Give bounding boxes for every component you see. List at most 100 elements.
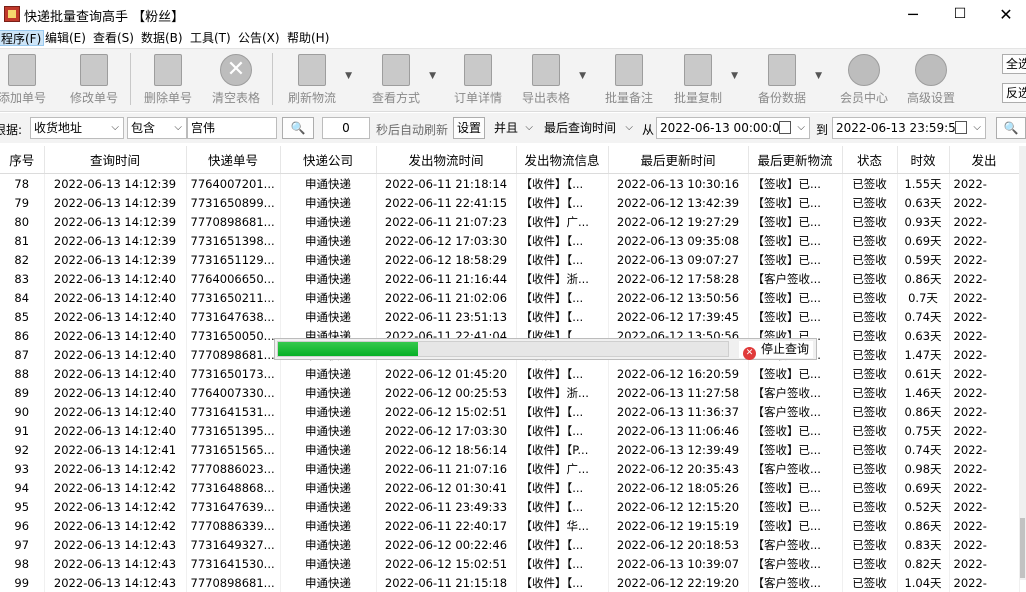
menu-data[interactable]: 数据(B) bbox=[139, 30, 185, 46]
table-cell: 2022-06-13 14:12:42 bbox=[44, 459, 187, 478]
table-cell: 【收件】【... bbox=[516, 535, 609, 554]
table-cell: 2022-06-13 14:12:40 bbox=[44, 269, 187, 288]
table-row[interactable]: 79 2022-06-13 14:12:39 7731650899... 申通快递 20… bbox=[0, 193, 1020, 212]
filter-operator-select[interactable]: 包含 ⌵ bbox=[127, 117, 187, 139]
table-cell: 申通快递 bbox=[280, 459, 377, 478]
table-cell: 2022- bbox=[949, 326, 1020, 345]
refresh-logistics-button[interactable]: 刷新物流 ▼ bbox=[284, 49, 352, 107]
dropdown-arrow-icon[interactable]: ▼ bbox=[815, 71, 822, 81]
dropdown-arrow-icon[interactable]: ▼ bbox=[429, 71, 436, 81]
column-header[interactable]: 快递单号 bbox=[186, 146, 281, 174]
date-search-button[interactable]: 🔍 bbox=[996, 117, 1026, 139]
stop-query-button[interactable]: ✕ 停止查询 bbox=[739, 341, 814, 360]
column-header[interactable]: 查询时间 bbox=[44, 146, 187, 174]
member-center-button[interactable]: 会员中心 bbox=[836, 49, 892, 107]
table-cell: 【签收】已... bbox=[748, 212, 843, 231]
dropdown-arrow-icon[interactable]: ▼ bbox=[731, 71, 738, 81]
table-cell: 7770898681... bbox=[186, 212, 281, 231]
batch-note-button[interactable]: 批量备注 bbox=[601, 49, 657, 107]
column-header[interactable]: 时效 bbox=[897, 146, 950, 174]
column-header[interactable]: 发出 bbox=[949, 146, 1020, 174]
order-detail-label: 订单详情 bbox=[453, 91, 502, 105]
maximize-button[interactable]: ☐ bbox=[940, 2, 980, 26]
table-row[interactable]: 98 2022-06-13 14:12:43 7731641530... 申通快递 20… bbox=[0, 554, 1020, 573]
menu-tools[interactable]: 工具(T) bbox=[188, 30, 233, 46]
column-header[interactable]: 发出物流时间 bbox=[376, 146, 517, 174]
settings-button[interactable]: 设置 bbox=[453, 117, 485, 139]
logic-select[interactable]: 并且 ⌵ bbox=[490, 117, 538, 139]
dropdown-arrow-icon[interactable]: ▼ bbox=[579, 71, 586, 81]
table-row[interactable]: 88 2022-06-13 14:12:40 7731650173... 申通快递 20… bbox=[0, 364, 1020, 383]
advanced-settings-button[interactable]: 高级设置 bbox=[903, 49, 959, 107]
invert-selection-button[interactable]: 反选 bbox=[1002, 83, 1026, 103]
table-cell: 0.69天 bbox=[897, 231, 950, 250]
menu-view[interactable]: 查看(S) bbox=[91, 30, 136, 46]
search-button[interactable]: 🔍 bbox=[282, 117, 314, 139]
order-detail-button[interactable]: 订单详情 bbox=[450, 49, 506, 107]
table-row[interactable]: 91 2022-06-13 14:12:40 7731651395... 申通快递 20… bbox=[0, 421, 1020, 440]
table-cell: 【收件】【... bbox=[516, 364, 609, 383]
table-row[interactable]: 78 2022-06-13 14:12:39 7764007201... 申通快递 20… bbox=[0, 173, 1020, 193]
menu-edit[interactable]: 编辑(E) bbox=[43, 30, 88, 46]
table-row[interactable]: 99 2022-06-13 14:12:43 7770898681... 申通快递 20… bbox=[0, 573, 1020, 592]
vertical-scrollbar[interactable] bbox=[1019, 146, 1026, 580]
from-datetime-picker[interactable]: 2022-06-13 00:00:00 ⌵ bbox=[656, 117, 810, 139]
filter-value-input[interactable]: 宫伟 bbox=[187, 117, 277, 139]
batch-copy-button[interactable]: 批量复制 ▼ bbox=[670, 49, 738, 107]
add-tracking-button[interactable]: 添加单号 bbox=[0, 49, 50, 107]
minimize-button[interactable]: ─ bbox=[893, 2, 933, 26]
view-mode-button[interactable]: 查看方式 ▼ bbox=[368, 49, 436, 107]
delete-tracking-button[interactable]: 删除单号 bbox=[140, 49, 196, 107]
edit-tracking-button[interactable]: 修改单号 bbox=[66, 49, 122, 107]
from-label: 从 bbox=[642, 123, 655, 137]
table-cell: 88 bbox=[0, 364, 45, 383]
dropdown-arrow-icon[interactable]: ▼ bbox=[345, 71, 352, 81]
table-row[interactable]: 84 2022-06-13 14:12:40 7731650211... 申通快递 20… bbox=[0, 288, 1020, 307]
table-row[interactable]: 89 2022-06-13 14:12:40 7764007330... 申通快递 20… bbox=[0, 383, 1020, 402]
table-cell: 7731641531... bbox=[186, 402, 281, 421]
chevron-down-icon: ⌵ bbox=[797, 122, 805, 133]
clear-table-button[interactable]: ✕ 清空表格 bbox=[208, 49, 264, 107]
table-cell: 申通快递 bbox=[280, 402, 377, 421]
select-all-button[interactable]: 全选 bbox=[1002, 54, 1026, 74]
table-row[interactable]: 83 2022-06-13 14:12:40 7764006650... 申通快递 20… bbox=[0, 269, 1020, 288]
column-header[interactable]: 状态 bbox=[842, 146, 898, 174]
table-row[interactable]: 90 2022-06-13 14:12:40 7731641531... 申通快递 20… bbox=[0, 402, 1020, 421]
export-table-button[interactable]: 导出表格 ▼ bbox=[518, 49, 586, 107]
table-row[interactable]: 82 2022-06-13 14:12:39 7731651129... 申通快递 20… bbox=[0, 250, 1020, 269]
table-row[interactable]: 94 2022-06-13 14:12:42 7731648868... 申通快递 20… bbox=[0, 478, 1020, 497]
chevron-down-icon: ⌵ bbox=[973, 122, 981, 133]
table-cell: 0.59天 bbox=[897, 250, 950, 269]
table-cell: 【签收】已... bbox=[748, 231, 843, 250]
filter-field-select[interactable]: 收货地址 ⌵ bbox=[30, 117, 124, 139]
table-row[interactable]: 93 2022-06-13 14:12:42 7770886023... 申通快递 20… bbox=[0, 459, 1020, 478]
close-button[interactable]: ✕ bbox=[986, 2, 1026, 26]
column-header[interactable]: 发出物流信息 bbox=[516, 146, 609, 174]
time-field-value: 最后查询时间 bbox=[544, 121, 617, 135]
table-cell: 2022- bbox=[949, 307, 1020, 326]
column-header[interactable]: 序号 bbox=[0, 146, 45, 174]
backup-data-button[interactable]: 备份数据 ▼ bbox=[754, 49, 822, 107]
table-cell: 2022-06-13 09:07:27 bbox=[608, 250, 749, 269]
column-header[interactable]: 最后更新物流 bbox=[748, 146, 843, 174]
menu-notice[interactable]: 公告(X) bbox=[236, 30, 282, 46]
table-row[interactable]: 96 2022-06-13 14:12:42 7770886339... 申通快递 20… bbox=[0, 516, 1020, 535]
menu-program[interactable]: 程序(F) bbox=[0, 30, 45, 46]
column-header[interactable]: 最后更新时间 bbox=[608, 146, 749, 174]
scrollbar-thumb[interactable] bbox=[1020, 518, 1025, 578]
time-field-select[interactable]: 最后查询时间 ⌵ bbox=[540, 117, 638, 139]
table-row[interactable]: 97 2022-06-13 14:12:43 7731649327... 申通快递 20… bbox=[0, 535, 1020, 554]
table-row[interactable]: 85 2022-06-13 14:12:40 7731647638... 申通快递 20… bbox=[0, 307, 1020, 326]
table-row[interactable]: 92 2022-06-13 14:12:41 7731651565... 申通快递 20… bbox=[0, 440, 1020, 459]
table-row[interactable]: 95 2022-06-13 14:12:42 7731647639... 申通快递 20… bbox=[0, 497, 1020, 516]
to-datetime-picker[interactable]: 2022-06-13 23:59:59 ⌵ bbox=[832, 117, 986, 139]
table-cell: 91 bbox=[0, 421, 45, 440]
table-cell: 【收件】【... bbox=[516, 421, 609, 440]
chevron-down-icon: ⌵ bbox=[625, 122, 633, 133]
table-row[interactable]: 81 2022-06-13 14:12:39 7731651398... 申通快递 20… bbox=[0, 231, 1020, 250]
column-header[interactable]: 快递公司 bbox=[280, 146, 377, 174]
table-row[interactable]: 80 2022-06-13 14:12:39 7770898681... 申通快递 20… bbox=[0, 212, 1020, 231]
note-icon bbox=[615, 54, 643, 86]
refresh-seconds-input[interactable]: 0 bbox=[322, 117, 370, 139]
menu-help[interactable]: 帮助(H) bbox=[285, 30, 331, 46]
